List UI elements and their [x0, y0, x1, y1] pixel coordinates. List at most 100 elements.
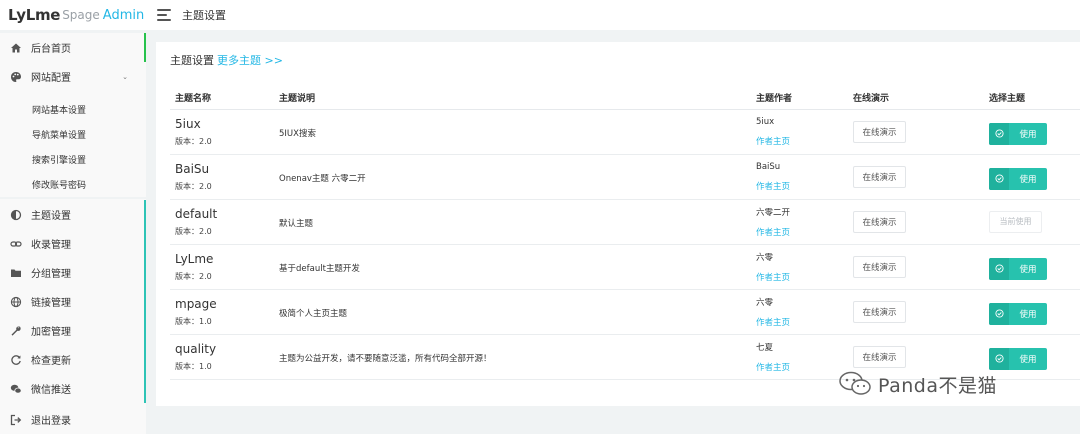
- half-circle-icon: [10, 209, 22, 221]
- folder-icon: [10, 267, 22, 279]
- globe-icon: [10, 296, 22, 308]
- online-demo-button[interactable]: 在线演示: [853, 255, 906, 278]
- sidebar-item-wechat-push[interactable]: 微信推送: [0, 374, 146, 403]
- brand-name: LyLme: [8, 6, 61, 24]
- theme-version: 版本：1.0: [175, 316, 212, 326]
- use-theme-button[interactable]: 使用: [989, 167, 1047, 190]
- online-demo-button[interactable]: 在线演示: [853, 300, 906, 323]
- theme-description: Onenav主题 六零二开: [279, 173, 366, 184]
- top-navbar: LyLme Spage Admin 主题设置: [0, 0, 1080, 30]
- table-row: mpage 版本：1.0 极简个人主页主题 六零作者主页 在线演示 使用: [170, 289, 1080, 335]
- brand-logo[interactable]: LyLme Spage Admin: [0, 0, 145, 30]
- use-theme-label: 使用: [1019, 354, 1037, 365]
- author-homepage-link[interactable]: 作者主页: [756, 271, 853, 283]
- use-theme-button[interactable]: 使用: [989, 122, 1047, 145]
- palette-icon: [10, 71, 22, 83]
- theme-author: 5iux: [756, 116, 775, 127]
- theme-description: 5IUX搜索: [279, 128, 316, 139]
- theme-version: 版本：1.0: [175, 361, 212, 371]
- brand-admin: Admin: [102, 7, 145, 23]
- sidebar-item-links[interactable]: 链接管理: [0, 287, 146, 316]
- theme-description: 默认主题: [279, 218, 314, 229]
- table-row: default 版本：2.0 默认主题 六零二开作者主页 在线演示 当前使用: [170, 199, 1080, 245]
- theme-settings-panel: 主题设置 更多主题 >> 主题名称 主题说明 主题作者 在线演示 选择主题 5iu…: [156, 42, 1080, 406]
- theme-name: mpage: [175, 296, 217, 311]
- sidebar-item-dashboard[interactable]: 后台首页: [0, 33, 146, 62]
- sidebar-subitem-site-basic[interactable]: 网站基本设置: [32, 103, 86, 116]
- theme-author: 六零: [756, 252, 774, 263]
- sidebar-item-logout[interactable]: 退出登录: [0, 405, 146, 434]
- link-icon: [10, 238, 22, 250]
- themes-table: 主题名称 主题说明 主题作者 在线演示 选择主题 5iux 版本：2.0 5IUX…: [170, 86, 1080, 380]
- theme-description: 主题为公益开发，请不要随意泛滥，所有代码全部开源！: [279, 353, 492, 364]
- sidebar-item-label: 主题设置: [31, 211, 71, 222]
- use-theme-button[interactable]: 使用: [989, 257, 1047, 280]
- panel-header: 主题设置 更多主题 >>: [170, 52, 283, 68]
- theme-author: 七夏: [756, 342, 774, 353]
- current-theme-button: 当前使用: [989, 210, 1042, 233]
- breadcrumb: 主题设置: [182, 9, 226, 22]
- online-demo-button[interactable]: 在线演示: [853, 165, 906, 188]
- online-demo-button[interactable]: 在线演示: [853, 120, 906, 143]
- column-header-select: 选择主题: [989, 86, 1080, 110]
- sidebar-item-theme[interactable]: 主题设置: [0, 200, 146, 229]
- theme-name: 5iux: [175, 116, 201, 131]
- theme-version: 版本：2.0: [175, 181, 212, 191]
- sidebar-item-label: 后台首页: [31, 44, 71, 55]
- theme-name: quality: [175, 341, 217, 356]
- watermark-text: Panda不是猫: [878, 375, 997, 397]
- sidebar-item-site-config[interactable]: 网站配置 ⌄: [0, 62, 146, 91]
- table-row: 5iux 版本：2.0 5IUX搜索 5iux 作者主页 在线演示 使用: [170, 109, 1080, 155]
- check-circle-icon: [989, 347, 1009, 370]
- table-header-row: 主题名称 主题说明 主题作者 在线演示 选择主题: [170, 86, 1080, 110]
- sidebar-item-submissions[interactable]: 收录管理: [0, 229, 146, 258]
- column-header-name: 主题名称: [170, 86, 279, 110]
- author-homepage-link[interactable]: 作者主页: [756, 135, 853, 147]
- online-demo-button[interactable]: 在线演示: [853, 210, 906, 233]
- use-theme-button[interactable]: 使用: [989, 302, 1047, 325]
- sidebar: 后台首页 网站配置 ⌄ 网站基本设置 导航菜单设置 搜索引擎设置 修改账号密码 …: [0, 33, 146, 434]
- use-theme-label: 使用: [1019, 129, 1037, 140]
- table-row: LyLme 版本：2.0 基于default主题开发 六零 作者主页 在线演示 使用: [170, 244, 1080, 290]
- theme-name: default: [175, 206, 218, 221]
- check-circle-icon: [989, 257, 1009, 280]
- author-homepage-link[interactable]: 作者主页: [756, 316, 853, 328]
- sidebar-subitem-search-engine[interactable]: 搜索引擎设置: [32, 153, 86, 166]
- author-homepage-link[interactable]: 作者主页: [756, 180, 853, 192]
- sidebar-item-label: 收录管理: [31, 240, 71, 251]
- table-row: BaiSu 版本：2.0 Onenav主题 六零二开 BaiSu 作者主页 在线演示…: [170, 154, 1080, 200]
- sidebar-item-encryption[interactable]: 加密管理: [0, 316, 146, 345]
- theme-description: 极简个人主页主题: [279, 308, 348, 319]
- sidebar-item-label: 检查更新: [31, 356, 71, 367]
- check-circle-icon: [989, 167, 1009, 190]
- chevron-down-icon[interactable]: ⌄: [122, 73, 128, 81]
- theme-author: 六零: [756, 297, 774, 308]
- use-theme-label: 使用: [1019, 264, 1037, 275]
- home-icon: [10, 42, 22, 54]
- sidebar-subitem-nav-menu[interactable]: 导航菜单设置: [32, 128, 86, 141]
- refresh-icon: [10, 354, 22, 366]
- sidebar-item-check-update[interactable]: 检查更新: [0, 345, 146, 374]
- author-homepage-link[interactable]: 作者主页: [756, 226, 853, 238]
- use-theme-button[interactable]: 使用: [989, 347, 1047, 370]
- check-circle-icon: [989, 122, 1009, 145]
- more-themes-link[interactable]: 更多主题 >>: [217, 54, 283, 67]
- wechat-icon: [838, 370, 872, 399]
- wechat-icon: [10, 383, 22, 395]
- sidebar-subitem-change-password[interactable]: 修改账号密码: [32, 178, 86, 191]
- online-demo-button[interactable]: 在线演示: [853, 345, 906, 368]
- theme-version: 版本：2.0: [175, 226, 212, 236]
- panel-title: 主题设置: [170, 54, 214, 67]
- theme-name: BaiSu: [175, 161, 210, 176]
- theme-version: 版本：2.0: [175, 271, 212, 281]
- theme-description: 基于default主题开发: [279, 263, 360, 274]
- sidebar-item-groups[interactable]: 分组管理: [0, 258, 146, 287]
- brand-subname: Spage: [62, 8, 100, 22]
- sidebar-item-label: 链接管理: [31, 298, 71, 309]
- watermark: Panda不是猫: [838, 370, 997, 399]
- wrench-icon: [10, 325, 22, 337]
- theme-author: 六零二开: [756, 207, 791, 218]
- use-theme-label: 使用: [1019, 309, 1037, 320]
- menu-toggle-icon[interactable]: [157, 9, 173, 21]
- use-theme-label: 使用: [1019, 174, 1037, 185]
